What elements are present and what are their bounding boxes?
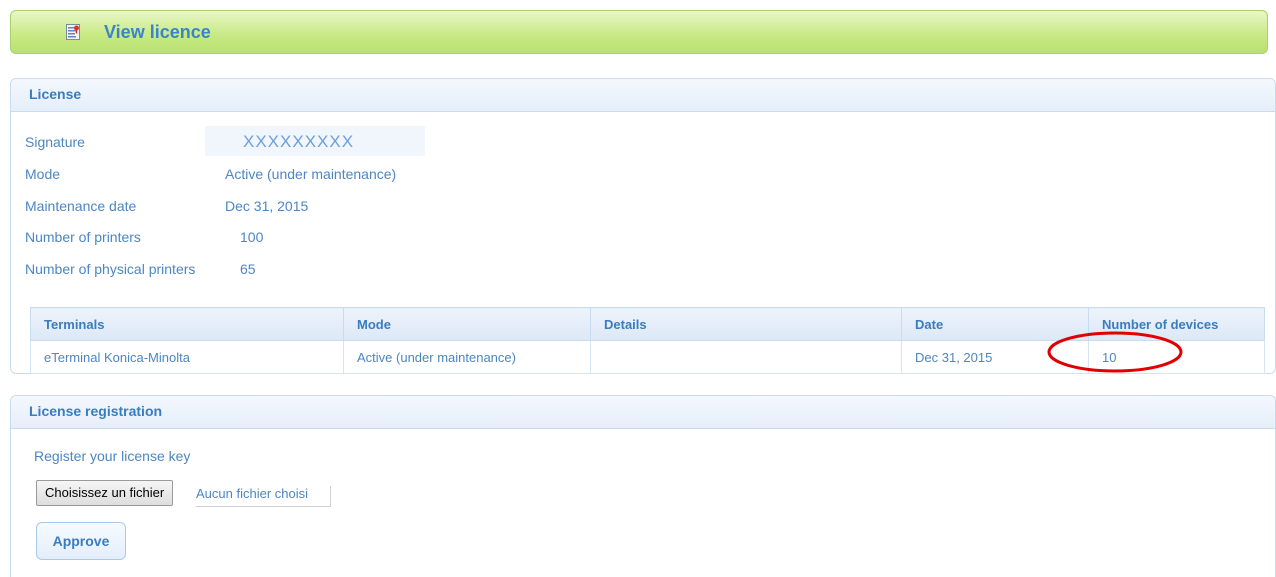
number-of-physical-printers-label: Number of physical printers: [25, 261, 196, 277]
column-header-mode: Mode: [343, 307, 591, 341]
licence-document-icon: [66, 24, 80, 40]
register-instruction: Register your license key: [34, 448, 191, 464]
cell-mode: Active (under maintenance): [343, 340, 591, 374]
choose-file-button[interactable]: Choisissez un fichier: [36, 480, 174, 506]
page-header: View licence: [10, 10, 1268, 54]
cell-details: [590, 340, 902, 374]
annotation-circle: [1047, 331, 1183, 373]
column-header-details: Details: [590, 307, 902, 341]
number-of-physical-printers-value: 65: [240, 261, 256, 277]
number-of-printers-value: 100: [240, 229, 264, 245]
column-header-terminals: Terminals: [30, 307, 344, 341]
mode-value: Active (under maintenance): [225, 166, 397, 182]
license-registration-title: License registration: [11, 396, 1275, 429]
mode-label: Mode: [25, 166, 61, 182]
number-of-printers-label: Number of printers: [25, 229, 141, 245]
maintenance-date-label: Maintenance date: [25, 198, 137, 214]
file-status-text: Aucun fichier choisi: [196, 486, 331, 507]
cell-terminal: eTerminal Konica-Minolta: [30, 340, 344, 374]
page-title: View licence: [104, 22, 211, 42]
signature-value: XXXXXXXXX: [243, 132, 355, 151]
approve-button[interactable]: Approve: [36, 522, 126, 560]
maintenance-date-value: Dec 31, 2015: [225, 198, 309, 214]
license-panel-title: License: [11, 79, 1275, 112]
signature-label: Signature: [25, 134, 85, 150]
